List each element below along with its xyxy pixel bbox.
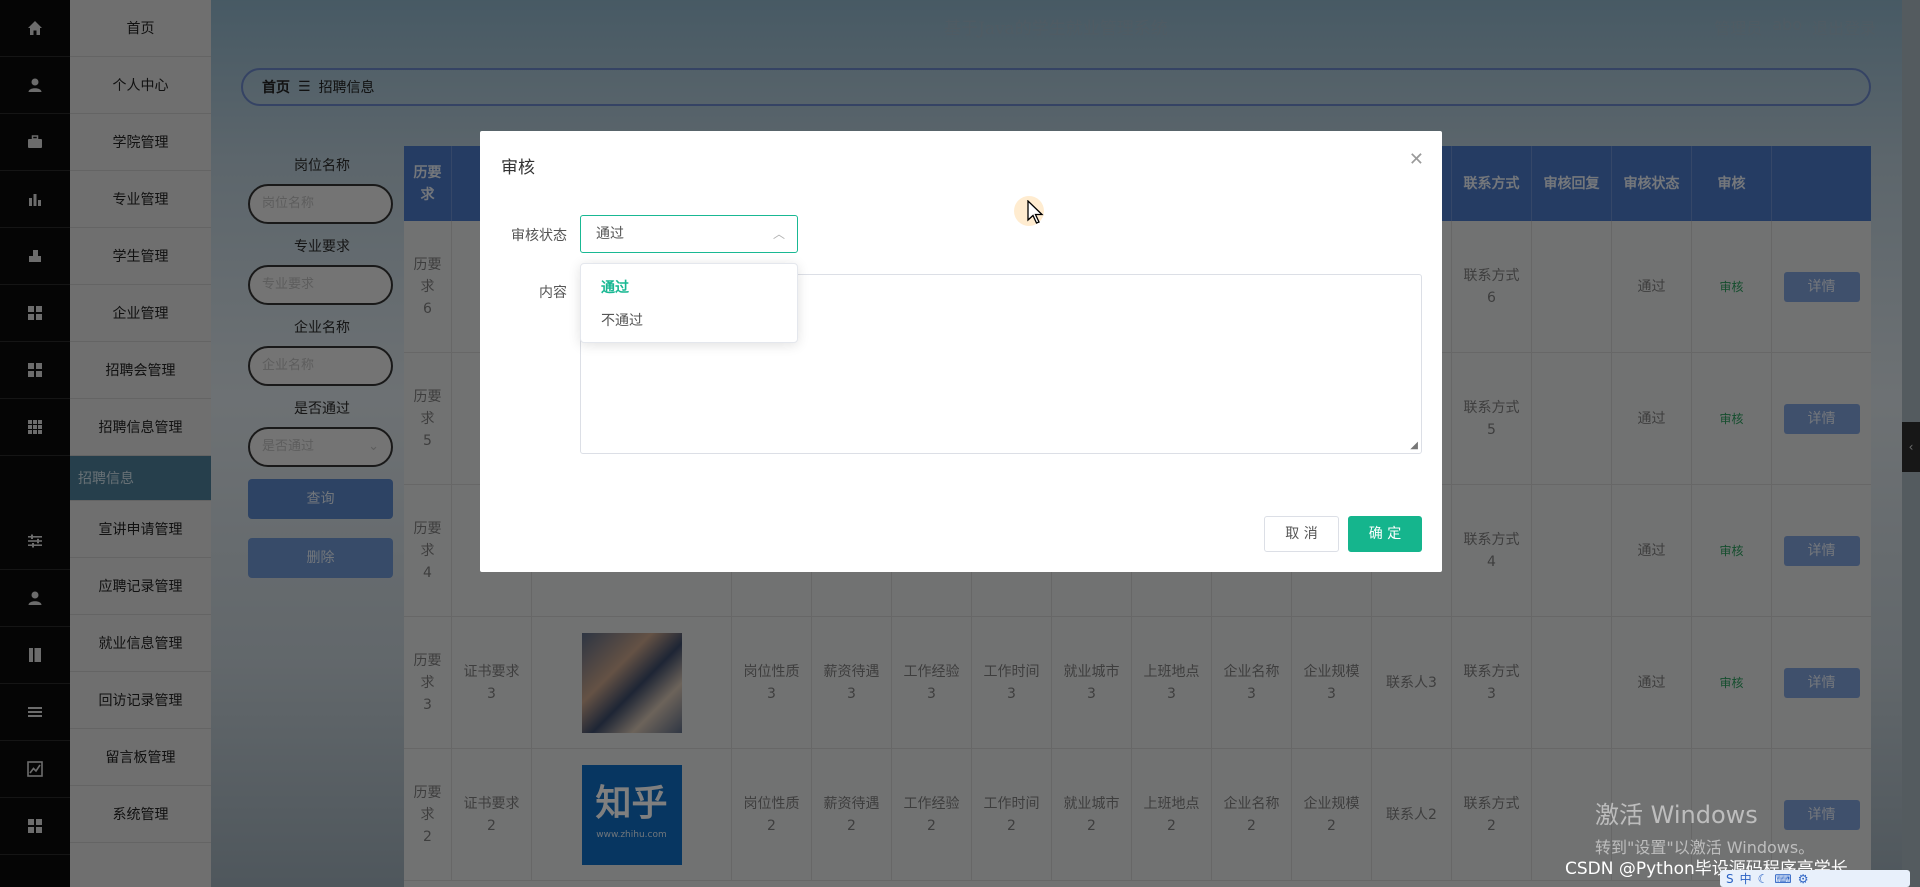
ime-icon[interactable]: S [1726,872,1734,886]
settings-icon[interactable]: ⚙ [1798,872,1809,886]
option-pass[interactable]: 通过 [581,272,797,305]
chevron-up-icon: ︿ [772,227,785,241]
confirm-button[interactable]: 确 定 [1348,516,1422,552]
status-select-value: 通过 [596,226,624,242]
watermark-line1: 激活 Windows [1595,801,1758,829]
resize-grip-icon[interactable]: ◢ [1410,440,1418,451]
mouse-cursor-icon [1027,200,1044,224]
moon-icon[interactable]: ☾ [1758,872,1769,886]
status-label: 审核状态 [511,228,567,244]
cancel-button[interactable]: 取 消 [1264,516,1339,552]
option-fail[interactable]: 不通过 [581,305,797,338]
content-label: 内容 [539,285,567,301]
ime-zh-icon[interactable]: 中 [1740,870,1752,887]
system-tray: S 中 ☾ ⌨ ⚙ [1720,870,1910,887]
dialog-title: 审核 [501,158,535,178]
close-icon[interactable]: ✕ [1409,149,1424,170]
keyboard-icon[interactable]: ⌨ [1774,872,1791,886]
audit-dialog: 审核 ✕ 审核状态 内容 ◢ 通过 ︿ 通过 不通过 取 消 确 定 [480,131,1442,572]
windows-watermark: 激活 Windows 转到"设置"以激活 Windows。 [1595,795,1814,858]
status-select[interactable]: 通过 ︿ [580,215,798,253]
status-dropdown: 通过 不通过 [580,263,798,343]
